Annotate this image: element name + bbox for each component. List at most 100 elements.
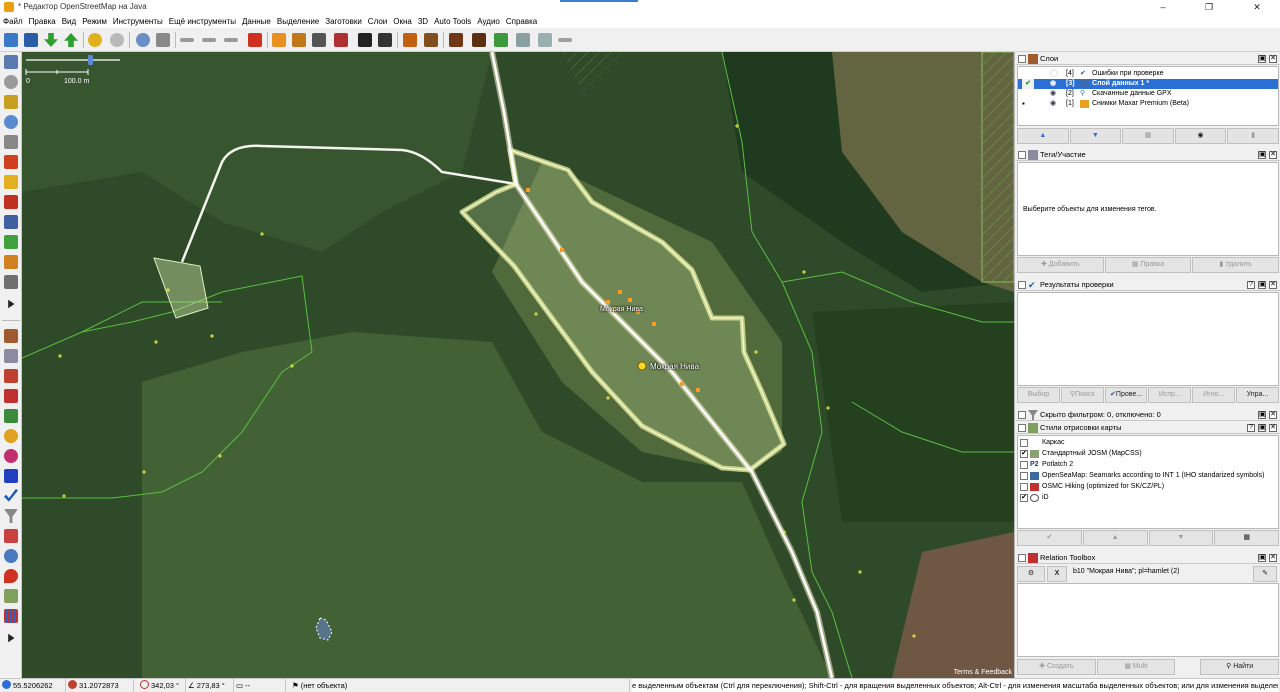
style-checkbox-checked[interactable]: ✔ [1020,450,1028,458]
style-row-potlatch[interactable]: P2 Potlatch 2 [1020,460,1278,470]
move-layer-down-button[interactable]: ▼ [1069,128,1122,144]
changeset-toggle-icon[interactable] [3,468,19,484]
minimize-button[interactable]: – [1140,0,1186,14]
panel-close-button[interactable]: ✕ [1269,55,1277,63]
building-tool-icon[interactable] [3,274,19,290]
imagery-offset-icon[interactable] [492,31,510,49]
visibility-eye-icon[interactable]: ◉ [1050,89,1056,99]
panel-close-button[interactable]: ✕ [1269,411,1277,419]
style-checkbox[interactable] [1020,461,1028,469]
style-info-button[interactable]: ▦ [1214,530,1279,546]
maximize-button[interactable]: ❐ [1186,0,1232,14]
preset-wall-icon[interactable] [332,31,350,49]
move-node-icon[interactable] [246,31,264,49]
layer-row-data-active[interactable]: ✔ ◉ [3] Слой данных 1 * [1018,79,1278,89]
lasso-tool-icon[interactable] [3,74,19,90]
reverse-way-icon[interactable] [222,31,240,49]
circle-arrange-icon[interactable] [536,31,554,49]
relation-settings-button[interactable]: ⚙ [1017,566,1045,582]
panel-detach-button[interactable]: ▣ [1258,554,1266,562]
preset-restaurant-icon[interactable] [422,31,440,49]
visibility-eye-icon[interactable]: ◯ [1050,69,1058,79]
split-way-icon[interactable] [178,31,196,49]
upload-button[interactable] [62,31,80,49]
menu-view[interactable]: Вид [59,17,79,26]
menu-tools[interactable]: Инструменты [110,17,166,26]
zoom-tool-icon[interactable] [3,114,19,130]
panel-collapse-toggle[interactable] [1018,55,1026,63]
panel-collapse-toggle[interactable] [1018,554,1026,562]
color-toggle-icon[interactable] [3,448,19,464]
map-canvas[interactable] [22,52,1014,678]
preset-building-icon[interactable] [270,31,288,49]
ignore-issue-button[interactable]: Игно... [1192,387,1236,403]
menu-3d[interactable]: 3D [415,17,431,26]
edit-relation-button[interactable]: ✎ [1253,566,1277,582]
package-toggle-icon[interactable] [3,528,19,544]
panel-collapse-toggle[interactable] [1018,411,1026,419]
close-button[interactable]: ✕ [1234,0,1280,14]
undo-button[interactable] [86,31,104,49]
activate-style-button[interactable]: ✔ [1017,530,1082,546]
location-pin-icon[interactable] [3,568,19,584]
validate-button[interactable]: ✔Прове... [1104,387,1148,403]
download-button[interactable] [42,31,60,49]
tags-toggle-icon[interactable] [3,348,19,364]
fix-issue-button[interactable]: Испр... [1148,387,1192,403]
draw-tool-icon[interactable] [3,94,19,110]
layer-row-imagery[interactable]: ▪ ◉ [1] Снимки Maxar Premium (Beta) [1018,99,1278,109]
styles-toggle-icon[interactable] [3,588,19,604]
menu-windows[interactable]: Окна [390,17,415,26]
menu-help[interactable]: Справка [503,17,540,26]
create-relation-button[interactable]: ✚ Создать [1017,659,1096,675]
expand-tools-arrow-icon[interactable] [3,296,19,312]
delete-tag-button[interactable]: ▮ Удалить [1192,257,1280,273]
panel-close-button[interactable]: ✕ [1269,554,1277,562]
panel-close-button[interactable]: ✕ [1269,281,1277,289]
open-file-button[interactable] [2,31,20,49]
style-row-osmc-hiking[interactable]: OSMC Hiking (optimized for SK/CZ/PL) [1020,482,1278,492]
zoom-slider-thumb[interactable] [88,55,93,65]
preset-vehicle-icon[interactable] [376,31,394,49]
menu-layers[interactable]: Слои [365,17,390,26]
toggle-visibility-button[interactable]: ◉ [1174,128,1227,144]
visibility-eye-icon[interactable]: ◉ [1050,99,1056,109]
save-button[interactable] [22,31,40,49]
extrude-tool-icon[interactable] [3,174,19,190]
select-issue-button[interactable]: Выбор [1017,387,1060,403]
menu-edit[interactable]: Правка [26,17,59,26]
style-row-id[interactable]: ✔ iD [1020,493,1278,503]
relations-toggle-icon[interactable] [3,388,19,404]
preset-car-icon[interactable] [356,31,374,49]
filter-toggle-icon[interactable] [3,508,19,524]
barcode-toggle-icon[interactable] [3,608,19,624]
menu-file[interactable]: Файл [0,17,26,26]
delete-layer-button[interactable]: ▮ [1227,128,1279,144]
clear-relation-button[interactable]: X [1047,566,1067,582]
expand-toggles-arrow-icon[interactable] [3,630,19,646]
menu-selection[interactable]: Выделение [274,17,322,26]
panel-close-button[interactable]: ✕ [1269,151,1277,159]
preset-warning-icon[interactable] [401,31,419,49]
menu-presets[interactable]: Заготовки [322,17,365,26]
layer-row-validation[interactable]: ◯ [4] ✔ Ошибки при проверке [1018,69,1278,79]
panel-detach-button[interactable]: ▣ [1258,411,1266,419]
orthogonalize-icon[interactable] [514,31,532,49]
style-checkbox[interactable] [1020,439,1028,447]
style-row-josm-standard[interactable]: ✔ Стандартный JOSM (MapCSS) [1020,449,1278,459]
zoom-icon[interactable] [134,31,152,49]
menu-auto-tools[interactable]: Auto Tools [431,17,474,26]
multipolygon-button[interactable]: ▦ Multi [1096,659,1176,675]
style-row-seamarks[interactable]: OpenSeaMap: Seamarks according to INT 1 … [1020,471,1278,481]
panel-detach-button[interactable]: ▣ [1258,151,1266,159]
panel-collapse-toggle[interactable] [1018,424,1026,432]
panel-settings-button[interactable]: ? [1247,424,1255,432]
selection-list-icon[interactable] [3,368,19,384]
menu-more-tools[interactable]: Ещё инструменты [166,17,239,26]
move-style-up-button[interactable]: ▲ [1082,530,1148,546]
preset-ladder-icon[interactable] [290,31,308,49]
style-checkbox-checked[interactable]: ✔ [1020,494,1028,502]
select-tool-icon[interactable] [3,54,19,70]
pencil-tool-icon[interactable] [3,254,19,270]
panel-collapse-toggle[interactable] [1018,151,1026,159]
